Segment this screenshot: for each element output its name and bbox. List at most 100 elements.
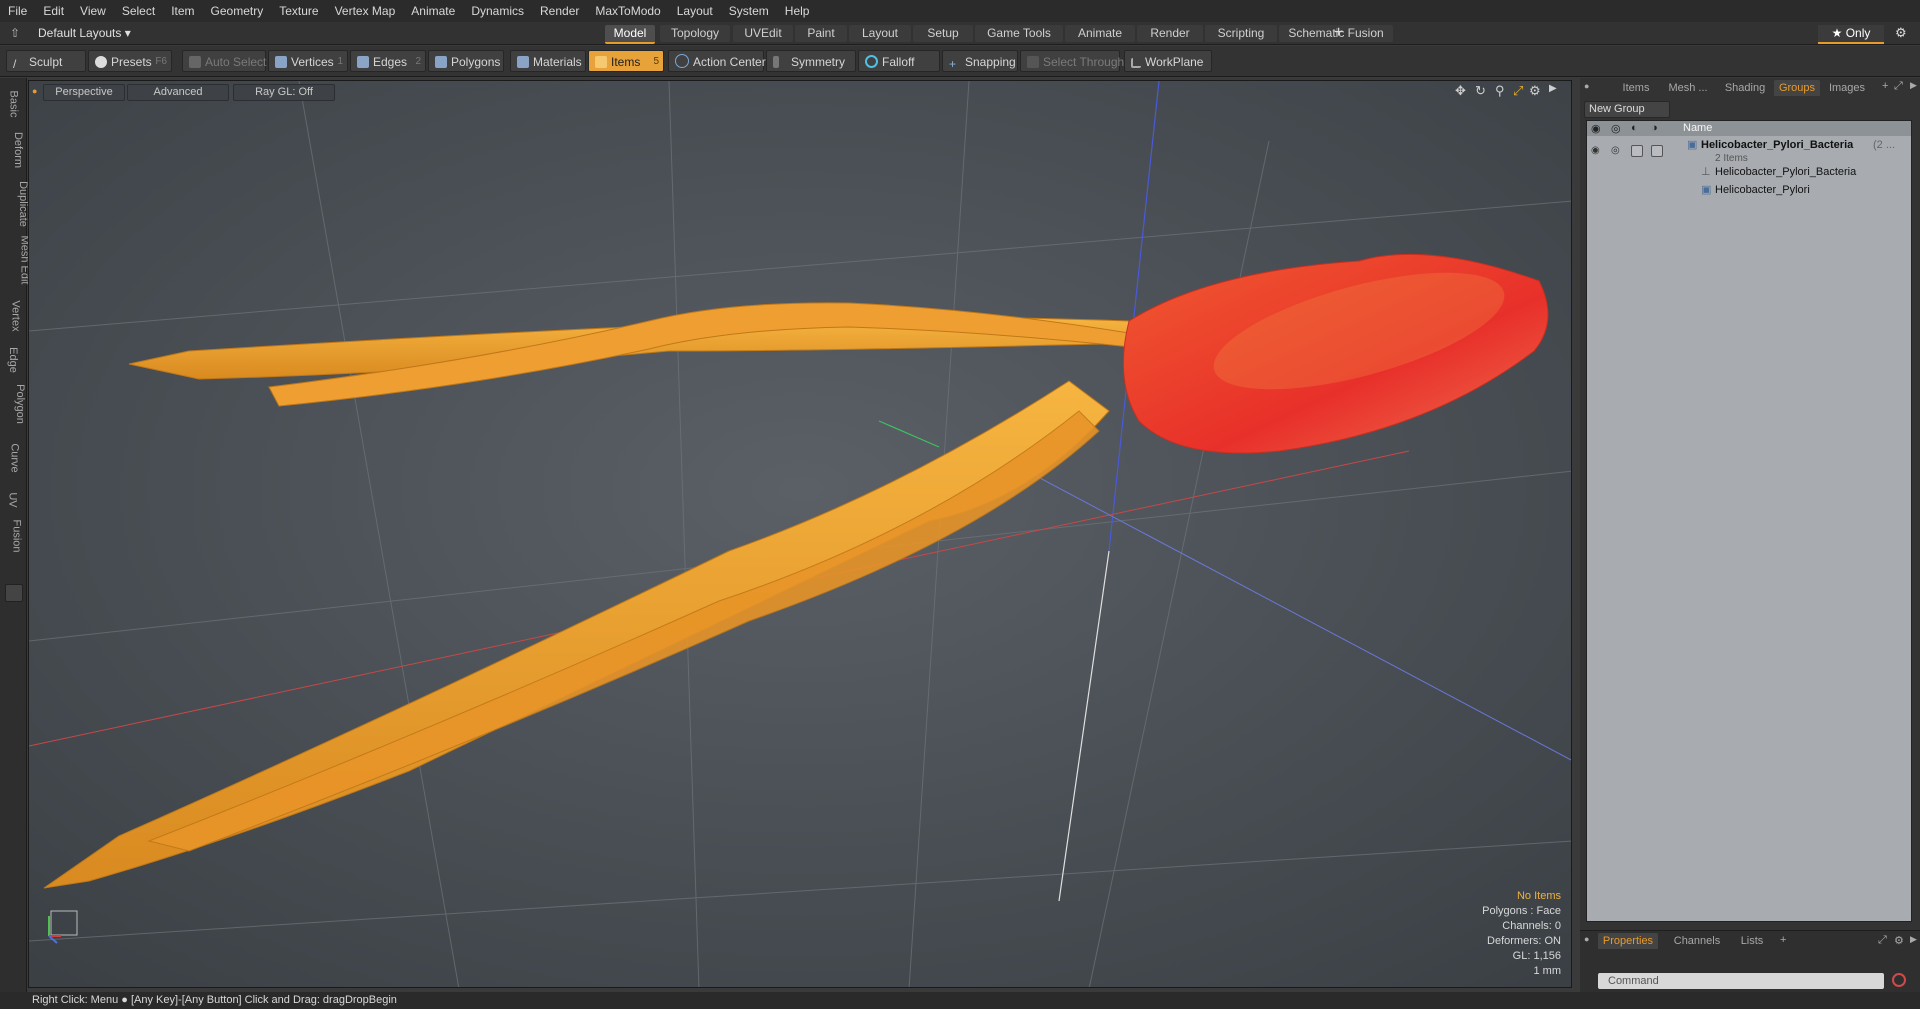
snapping-button[interactable]: + Snapping — [942, 50, 1018, 72]
layout-tab-uvedit[interactable]: UVEdit — [733, 25, 793, 42]
3d-viewport[interactable]: ● Perspective Advanced Ray GL: Off ✥ ↻ ⚲… — [28, 80, 1572, 988]
view-type-button[interactable]: Perspective — [43, 84, 125, 101]
props-menu-icon[interactable]: ● — [1584, 934, 1589, 944]
menu-select[interactable]: Select — [114, 0, 163, 22]
polygons-button[interactable]: Polygons — [428, 50, 504, 72]
left-strip-button[interactable] — [5, 584, 23, 602]
action-center-button[interactable]: Action Center — [668, 50, 766, 72]
menu-render[interactable]: Render — [532, 0, 587, 22]
groups-list[interactable]: ◉ ◎ ◐ ◑ Name ◉ ◎ ▣ Helicobacter_Pylori_B… — [1586, 120, 1912, 922]
layout-tab-setup[interactable]: Setup — [913, 25, 973, 42]
falloff-button[interactable]: Falloff — [858, 50, 940, 72]
viewport-canvas[interactable] — [29, 81, 1572, 988]
props-expand-icon[interactable]: ⤢ — [1878, 934, 1887, 947]
eye-icon[interactable]: ◉ — [1591, 145, 1600, 156]
items-button[interactable]: Items 5 — [588, 50, 664, 72]
select-checkbox[interactable] — [1651, 145, 1663, 157]
layout-tab-layout[interactable]: Layout — [849, 25, 911, 42]
add-tab-icon[interactable]: + — [1334, 24, 1343, 42]
name-column-header[interactable]: Name — [1683, 122, 1712, 134]
left-tab-basic[interactable]: Basic — [0, 91, 26, 118]
props-gear-icon[interactable]: ⚙ — [1894, 934, 1904, 947]
bottom-tab-properties[interactable]: Properties — [1598, 933, 1658, 949]
panel-tab-groups[interactable]: Groups — [1774, 80, 1820, 96]
panel-tab-images[interactable]: Images — [1824, 80, 1870, 96]
render-col-icon[interactable]: ◎ — [1611, 122, 1621, 135]
panel-arrow-icon[interactable]: ▶ — [1910, 80, 1917, 91]
menu-file[interactable]: File — [0, 0, 35, 22]
presets-button[interactable]: Presets F6 — [88, 50, 172, 72]
rotate-view-icon[interactable]: ↻ — [1475, 83, 1486, 99]
viewport-menu-icon[interactable]: ● — [32, 86, 37, 96]
layout-tab-render[interactable]: Render — [1137, 25, 1203, 42]
lock-checkbox[interactable] — [1631, 145, 1643, 157]
layout-tab-model[interactable]: Model — [605, 25, 655, 44]
menu-layout[interactable]: Layout — [669, 0, 721, 22]
left-tab-duplicate[interactable]: Duplicate — [0, 181, 29, 227]
auto-select-button[interactable]: Auto Select — [182, 50, 266, 72]
panel-tab-mesh[interactable]: Mesh ... — [1660, 80, 1716, 96]
panel-tab-items[interactable]: Items — [1616, 80, 1656, 96]
render-toggle-icon[interactable]: ◎ — [1611, 145, 1620, 156]
left-tab-vertex[interactable]: Vertex — [0, 300, 26, 331]
menu-help[interactable]: Help — [777, 0, 818, 22]
raygl-button[interactable]: Ray GL: Off — [233, 84, 335, 101]
edges-button[interactable]: Edges 2 — [350, 50, 426, 72]
fit-view-icon[interactable]: ⤢ — [1513, 83, 1523, 99]
menu-item[interactable]: Item — [163, 0, 202, 22]
shading-button[interactable]: Advanced — [127, 84, 229, 101]
materials-button[interactable]: Materials — [510, 50, 586, 72]
new-group-button[interactable]: New Group — [1584, 101, 1670, 118]
left-tab-polygon[interactable]: Polygon — [0, 384, 26, 424]
bottom-tab-channels[interactable]: Channels — [1666, 933, 1728, 949]
panel-menu-icon[interactable]: ● — [1584, 81, 1589, 91]
command-input[interactable]: Command — [1598, 973, 1884, 989]
left-tab-edge[interactable]: Edge — [0, 347, 26, 373]
menu-vertex-map[interactable]: Vertex Map — [327, 0, 404, 22]
move-view-icon[interactable]: ✥ — [1455, 83, 1466, 99]
menu-maxtomodo[interactable]: MaxToModo — [587, 0, 668, 22]
gear-icon[interactable]: ⚙ — [1895, 25, 1907, 41]
only-toggle[interactable]: ★ Only — [1818, 25, 1884, 44]
panel-expand-icon[interactable]: ⤢ — [1894, 80, 1903, 93]
workplane-button[interactable]: WorkPlane — [1124, 50, 1212, 72]
left-tab-uv[interactable]: UV — [0, 492, 26, 507]
item-name[interactable]: Helicobacter_Pylori — [1715, 184, 1810, 196]
vertices-button[interactable]: Vertices 1 — [268, 50, 348, 72]
layout-tab-animate[interactable]: Animate — [1065, 25, 1135, 42]
layout-tab-game-tools[interactable]: Game Tools — [975, 25, 1063, 42]
props-add-icon[interactable]: + — [1780, 934, 1786, 946]
bottom-tab-lists[interactable]: Lists — [1732, 933, 1772, 949]
symmetry-button[interactable]: Symmetry — [766, 50, 856, 72]
left-tab-curve[interactable]: Curve — [0, 443, 26, 472]
layout-tab-topology[interactable]: Topology — [660, 25, 730, 42]
menu-view[interactable]: View — [72, 0, 114, 22]
viewport-expand-icon[interactable]: ▶ — [1549, 83, 1557, 94]
zoom-view-icon[interactable]: ⚲ — [1495, 83, 1505, 99]
home-icon[interactable]: ⇧ — [10, 26, 20, 40]
item-name[interactable]: Helicobacter_Pylori_Bacteria — [1715, 166, 1856, 178]
group-name[interactable]: Helicobacter_Pylori_Bacteria — [1701, 139, 1853, 151]
left-tab-mesh-edit[interactable]: Mesh Edit — [0, 236, 30, 285]
viewport-gear-icon[interactable]: ⚙ — [1529, 83, 1541, 99]
menu-animate[interactable]: Animate — [403, 0, 463, 22]
left-tab-fusion[interactable]: Fusion — [0, 519, 26, 552]
layout-selector[interactable]: Default Layouts ▾ — [38, 26, 131, 40]
left-tab-deform[interactable]: Deform — [0, 132, 26, 168]
layout-tab-scripting[interactable]: Scripting — [1205, 25, 1277, 42]
select-through-button[interactable]: Select Through — [1020, 50, 1124, 72]
menu-texture[interactable]: Texture — [271, 0, 326, 22]
panel-add-icon[interactable]: + — [1882, 80, 1888, 92]
select-col-icon[interactable]: ◑ — [1651, 122, 1658, 134]
menu-edit[interactable]: Edit — [35, 0, 72, 22]
menu-system[interactable]: System — [721, 0, 777, 22]
props-arrow-icon[interactable]: ▶ — [1910, 934, 1917, 945]
sculpt-button[interactable]: / Sculpt — [6, 50, 86, 72]
panel-tab-shading[interactable]: Shading — [1720, 80, 1770, 96]
lock-col-icon[interactable]: ◐ — [1631, 122, 1638, 134]
layout-tab-paint[interactable]: Paint — [795, 25, 847, 42]
command-execute-icon[interactable] — [1892, 973, 1906, 987]
menu-dynamics[interactable]: Dynamics — [463, 0, 532, 22]
visibility-col-icon[interactable]: ◉ — [1591, 122, 1601, 135]
menu-geometry[interactable]: Geometry — [203, 0, 272, 22]
